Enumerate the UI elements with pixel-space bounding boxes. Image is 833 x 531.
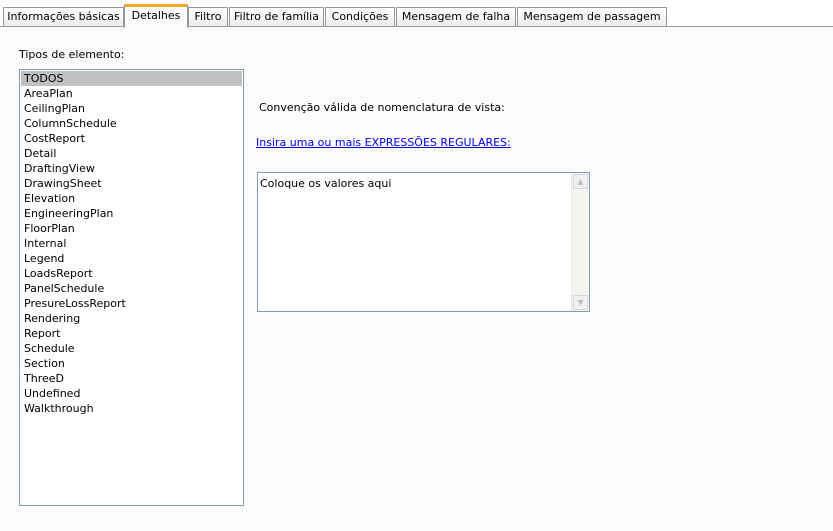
list-item-report[interactable]: Report [21, 326, 242, 341]
list-item-ceilingplan[interactable]: CeilingPlan [21, 101, 242, 116]
list-item-engineeringplan[interactable]: EngineeringPlan [21, 206, 242, 221]
dialog-root: Informações básicas Detalhes Filtro Filt… [0, 0, 833, 531]
list-item-schedule[interactable]: Schedule [21, 341, 242, 356]
list-item-costreport[interactable]: CostReport [21, 131, 242, 146]
list-item-presurelossreport[interactable]: PresureLossReport [21, 296, 242, 311]
tab-mensagem-de-falha[interactable]: Mensagem de falha [396, 7, 516, 26]
tab-strip: Informações básicas Detalhes Filtro Filt… [0, 0, 833, 28]
list-item-floorplan[interactable]: FloorPlan [21, 221, 242, 236]
tab-mensagem-de-passagem[interactable]: Mensagem de passagem [517, 7, 667, 26]
tab-filtro-de-familia[interactable]: Filtro de família [229, 7, 324, 26]
naming-convention-label: Convenção válida de nomenclatura de vist… [259, 101, 505, 114]
list-item-todos[interactable]: TODOS [21, 71, 242, 86]
list-item-draftingview[interactable]: DraftingView [21, 161, 242, 176]
list-item-panelschedule[interactable]: PanelSchedule [21, 281, 242, 296]
tab-filtro[interactable]: Filtro [188, 7, 228, 26]
list-item-elevation[interactable]: Elevation [21, 191, 242, 206]
scroll-down-arrow-icon[interactable]: ▼ [573, 295, 588, 310]
scroll-up-arrow-icon[interactable]: ▲ [573, 174, 588, 189]
tab-informacoes-basicas[interactable]: Informações básicas [3, 7, 124, 26]
list-item-threed[interactable]: ThreeD [21, 371, 242, 386]
list-item-areaplan[interactable]: AreaPlan [21, 86, 242, 101]
list-item-columnschedule[interactable]: ColumnSchedule [21, 116, 242, 131]
tab-condicoes[interactable]: Condições [325, 7, 395, 26]
textarea-vertical-scrollbar[interactable]: ▲ ▼ [571, 173, 589, 311]
regex-values-text: Coloque os valores aqui [260, 177, 392, 190]
regex-values-textarea[interactable]: Coloque os valores aqui ▲ ▼ [257, 172, 590, 312]
element-types-label: Tipos de elemento: [19, 48, 125, 61]
list-item-loadsreport[interactable]: LoadsReport [21, 266, 242, 281]
list-item-rendering[interactable]: Rendering [21, 311, 242, 326]
list-item-undefined[interactable]: Undefined [21, 386, 242, 401]
regex-link[interactable]: Insira uma ou mais EXPRESSÕES REGULARES: [256, 136, 511, 149]
list-item-internal[interactable]: Internal [21, 236, 242, 251]
list-item-section[interactable]: Section [21, 356, 242, 371]
list-item-drawingsheet[interactable]: DrawingSheet [21, 176, 242, 191]
list-item-detail[interactable]: Detail [21, 146, 242, 161]
element-types-list[interactable]: TODOS AreaPlan CeilingPlan ColumnSchedule Co… [19, 69, 244, 506]
tab-detalhes[interactable]: Detalhes [124, 4, 188, 28]
list-item-legend[interactable]: Legend [21, 251, 242, 266]
list-item-walkthrough[interactable]: Walkthrough [21, 401, 242, 416]
